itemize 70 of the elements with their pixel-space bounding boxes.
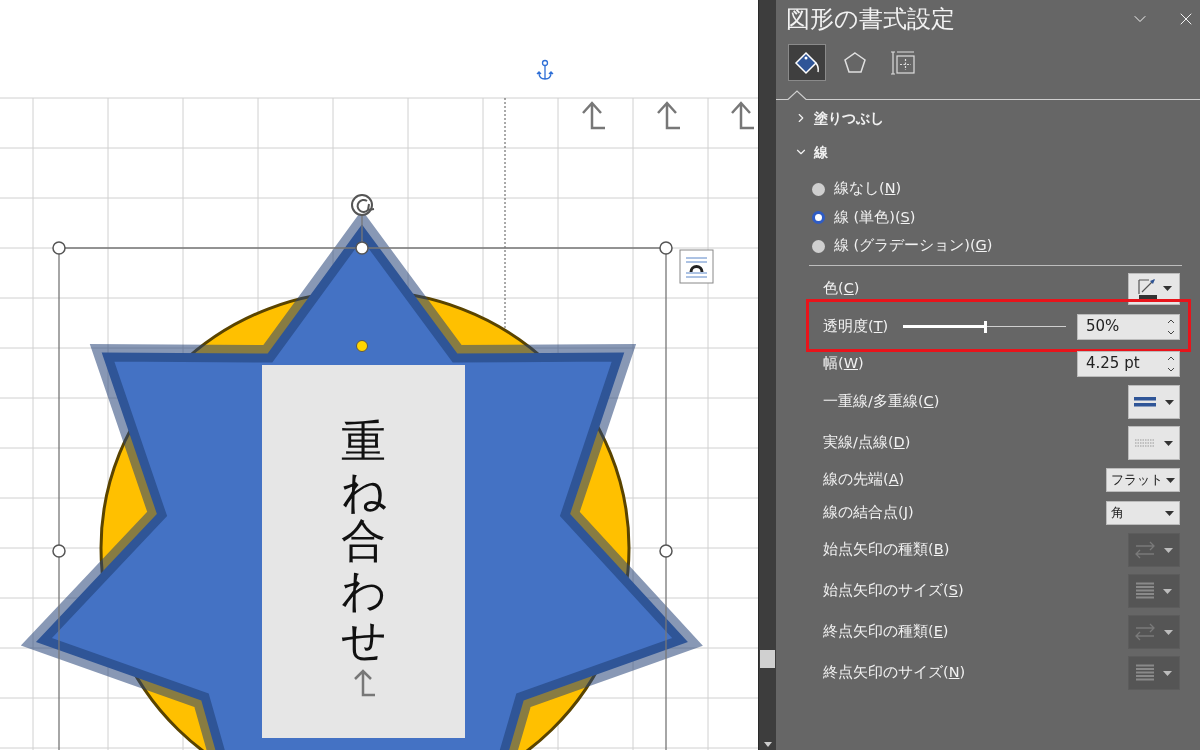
rotate-handle-icon[interactable] [351, 194, 375, 216]
caret-icon [1163, 588, 1172, 594]
option-label: 終点矢印の種類(E) [823, 622, 949, 642]
caret-icon [1165, 399, 1174, 405]
double-line-icon [1134, 396, 1156, 408]
caret-icon [1164, 629, 1173, 635]
caret-icon [1163, 670, 1172, 676]
line-style-button[interactable] [1128, 385, 1180, 419]
spin-field[interactable]: 50% [1077, 313, 1180, 340]
option-label: 実線/点線(D) [823, 433, 911, 453]
caret-icon [1162, 286, 1172, 291]
paragraph-mark-icon [656, 101, 682, 130]
radio-button[interactable] [812, 211, 825, 225]
format-tab[interactable] [788, 44, 826, 81]
spin-arrows-icon [1167, 317, 1175, 336]
panel-title: 図形の書式設定 [786, 4, 955, 35]
paint-bucket-icon [794, 49, 820, 76]
caret-icon [1164, 440, 1173, 446]
option-label: 終点矢印のサイズ(N) [823, 663, 966, 683]
spin-value: 4.25 pt [1086, 353, 1140, 375]
radio-button[interactable] [812, 239, 825, 253]
resize-handle[interactable] [659, 241, 673, 255]
line-weights-icon [1136, 664, 1154, 682]
option-label: 一重線/多重線(C) [823, 392, 940, 412]
resize-handle[interactable] [355, 241, 369, 255]
pentagon-icon [843, 50, 867, 75]
dropdown[interactable]: フラット [1106, 468, 1180, 492]
dotted-lines-icon [1135, 438, 1155, 448]
caret-icon [1164, 547, 1173, 553]
option-label: 透明度(T) [823, 316, 889, 336]
radio-button[interactable] [812, 182, 825, 196]
scroll-down-icon[interactable] [763, 742, 772, 747]
caret-icon [1165, 510, 1174, 516]
section-header[interactable]: 線 [814, 141, 828, 163]
size-position-icon [890, 49, 916, 76]
dropdown-value: フラット [1111, 471, 1163, 490]
layout-options-icon[interactable] [679, 249, 714, 284]
caret-icon [1166, 477, 1175, 483]
slider-thumb[interactable] [983, 320, 987, 333]
option-label: 始点矢印のサイズ(S) [823, 581, 964, 601]
double-arrow-icon [1135, 623, 1155, 641]
paragraph-mark-icon [581, 101, 607, 130]
option-label: 線の先端(A) [823, 470, 905, 490]
pen-color-icon [1136, 277, 1159, 300]
option-label: 線 (単色)(S) [834, 207, 916, 227]
option-label: 色(C) [823, 278, 860, 298]
color-picker-button[interactable] [1128, 272, 1180, 305]
line-weights-icon [1136, 582, 1154, 600]
resize-handle[interactable] [52, 241, 66, 255]
spin-value: 50% [1086, 316, 1120, 338]
transparency-slider[interactable] [903, 319, 1066, 334]
adjust-handle[interactable] [356, 340, 368, 352]
double-arrow-icon [1135, 541, 1155, 559]
paragraph-mark-icon [730, 101, 756, 130]
vertical-text: 重ね合わせ [341, 417, 386, 665]
spin-arrows-icon [1167, 354, 1175, 373]
anchor-icon [536, 59, 554, 80]
option-label: 幅(W) [823, 353, 864, 373]
resize-handle[interactable] [659, 544, 673, 558]
scrollbar-thumb[interactable] [760, 650, 775, 668]
spin-field[interactable]: 4.25 pt [1077, 350, 1180, 377]
option-label: 線 (グラデーション)(G) [834, 236, 993, 256]
section-header[interactable]: 塗りつぶし [814, 107, 884, 129]
option-label: 線なし(N) [834, 179, 902, 199]
dropdown-value: 角 [1111, 504, 1124, 523]
dropdown[interactable]: 角 [1106, 501, 1180, 525]
scrollbar-track[interactable] [758, 0, 776, 750]
option-label: 線の結合点(J) [823, 503, 914, 523]
option-label: 始点矢印の種類(B) [823, 540, 950, 560]
resize-handle[interactable] [52, 544, 66, 558]
